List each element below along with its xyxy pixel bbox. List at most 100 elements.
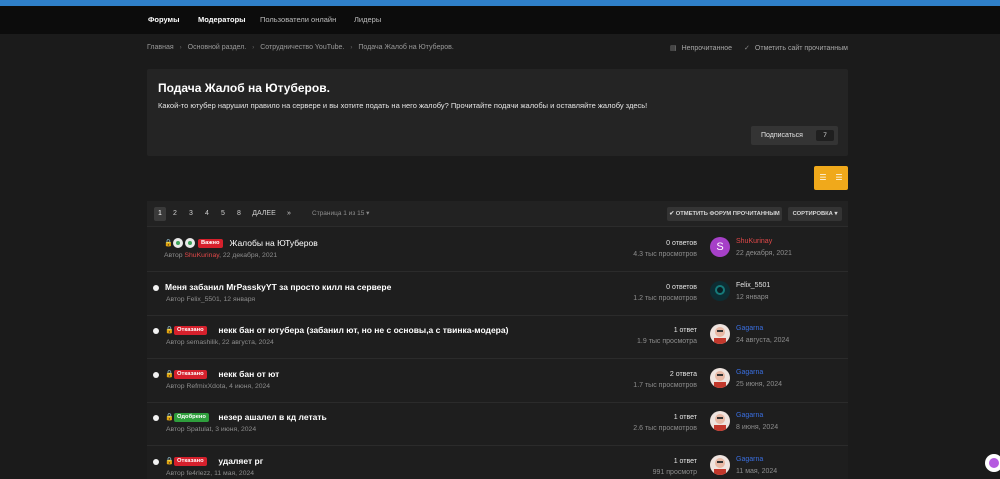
last-poster-link[interactable]: Gagarna [736,325,763,332]
breadcrumb-item-current: Подача Жалоб на Ютуберов. [358,44,454,51]
last-post-date: 24 августа, 2024 [736,337,790,344]
last-post-date: 25 июня, 2024 [736,380,783,388]
author-link[interactable]: fe4rlezz [186,470,210,477]
page-4[interactable]: 4 [202,207,212,221]
forum-description: Какой-то ютубер нарушил правило на серве… [158,101,648,110]
table-view-icon[interactable]: ☰ [835,174,843,182]
views-count: 2.6 тыс просмотров [633,425,697,432]
topic-date: , 22 августа, 2024 [218,339,274,346]
topic-tag-badge[interactable]: Отказано [174,326,207,335]
pinned-icon [173,238,183,248]
topic-stats: 2 ответа 1.7 тыс просмотров [577,371,697,389]
page-3[interactable]: 3 [186,207,196,221]
topic-row[interactable]: 🔒 Отказано удаляет рг Автор fe4rlezz, 11 ма… [147,446,848,479]
author-prefix: Автор [166,339,187,346]
topic-stats: 1 ответ 2.6 тыс просмотров [577,414,697,432]
lock-icon: 🔒 [165,327,174,334]
last-poster-link[interactable]: Gagarna [736,412,763,419]
breadcrumb-separator-icon: › [350,44,353,51]
topic-row[interactable]: Меня забанил MrPasskyYT за просто килл н… [147,272,848,316]
last-post-date: 12 января [736,293,769,301]
avatar[interactable]: S [710,237,730,257]
author-link[interactable]: semashilik [186,339,218,346]
mark-site-read-label: Отметить сайт прочитанным [754,45,848,52]
topic-row[interactable]: 🔒 Отказано некк бан от ют Автор RefmixXdota… [147,359,848,403]
page-info-dropdown[interactable]: Страница 1 из 15 ▾ [312,207,369,221]
topic-title-link[interactable]: Жалобы на ЮТуберов [230,238,318,248]
topic-list: 1 2 3 4 5 8 ДАЛЕЕ » Страница 1 из 15 ▾ ✔… [147,201,848,479]
page-1[interactable]: 1 [154,207,166,221]
answers-count: 0 ответов [666,283,697,291]
breadcrumb-item-home[interactable]: Главная [147,44,174,51]
last-poster-link[interactable]: Gagarna [736,456,763,463]
last-poster-link[interactable]: ShuKurinay [736,238,772,245]
sort-button[interactable]: СОРТИРОВКА ▾ [788,207,842,221]
nav-item-leaders[interactable]: Лидеры [354,6,381,34]
page-info-label: Страница 1 из 15 [312,210,365,217]
lock-icon: 🔒 [165,457,174,465]
list-view-icon[interactable]: ☰ [819,174,827,182]
page-2[interactable]: 2 [170,207,180,221]
last-post-date: 8 июня, 2024 [736,424,779,431]
avatar[interactable] [710,280,730,301]
topic-tag-badge[interactable]: Отказано [174,456,207,466]
lock-icon: 🔒 [165,414,174,421]
topic-title-link[interactable]: некк бан от ют [218,369,279,379]
topic-stats: 0 ответов 4.3 тыс просмотров [577,240,697,258]
topic-meta: Автор Felix_5501, 12 января [166,296,255,303]
unread-link[interactable]: ▤ Непрочитанное [670,44,732,52]
last-page-icon[interactable]: » [284,207,294,221]
breadcrumb-separator-icon: › [179,44,182,51]
topic-title-link[interactable]: Меня забанил MrPasskyYT за просто килл н… [165,282,391,292]
topic-tag-badge[interactable]: Важно [198,239,223,248]
answers-count: 1 ответ [673,414,697,421]
author-link[interactable]: Felix_5501 [186,296,219,303]
topic-tag-badge[interactable]: Отказано [174,369,207,379]
forum-title: Подача Жалоб на Ютуберов. [158,81,330,95]
views-count: 1.7 тыс просмотров [633,381,697,389]
topic-title-link[interactable]: некк бан от ютубера (забанил ют, но не с… [218,325,508,335]
topic-row[interactable]: 🔒 Важно Жалобы на ЮТуберов Автор ShuKurinay… [147,228,848,272]
breadcrumb-item-main-section[interactable]: Основной раздел. [188,44,247,51]
page-5[interactable]: 5 [218,207,228,221]
avatar[interactable] [710,324,730,344]
pagination-toolbar: 1 2 3 4 5 8 ДАЛЕЕ » Страница 1 из 15 ▾ ✔… [147,201,848,227]
unread-dot-icon [153,284,159,291]
page-8[interactable]: 8 [234,207,244,221]
topic-row[interactable]: 🔒 Одобрено незер ашалел в кд летать Автор S… [147,402,848,446]
topic-title-link[interactable]: удаляет рг [218,456,263,466]
view-toggle: ☰ ☰ [814,166,848,190]
nav-item-online-users[interactable]: Пользователи онлайн [260,6,336,34]
answers-count: 1 ответ [673,327,697,334]
subscribe-count: 7 [816,130,834,141]
avatar[interactable] [710,411,730,431]
answers-count: 0 ответов [666,240,697,247]
breadcrumb: Главная › Основной раздел. › Сотрудничес… [147,44,454,51]
avatar[interactable] [710,454,730,475]
author-link[interactable]: RefmixXdota [186,383,225,390]
breadcrumb-item-youtube[interactable]: Сотрудничество YouTube. [260,44,344,51]
topic-tag-badge[interactable]: Одобрено [174,413,209,422]
mark-forum-read-button[interactable]: ✔ ОТМЕТИТЬ ФОРУМ ПРОЧИТАННЫМ [667,207,782,221]
nav-item-moderators[interactable]: Модераторы [198,6,246,34]
unread-dot-icon [153,328,159,334]
last-poster-link[interactable]: Gagarna [736,369,763,376]
topic-row[interactable]: 🔒 Отказано некк бан от ютубера (забанил ют… [147,315,848,359]
chat-widget-icon[interactable] [985,454,1000,472]
avatar[interactable] [710,367,730,388]
quick-links: ▤ Непрочитанное ✓ Отметить сайт прочитанны… [670,44,848,52]
mark-site-read-link[interactable]: ✓ Отметить сайт прочитанным [744,44,848,52]
views-count: 1.9 тыс просмотра [637,338,697,345]
unread-dot-icon [153,458,159,465]
nav-item-forums[interactable]: Форумы [148,6,180,34]
topic-meta: Автор RefmixXdota, 4 июня, 2024 [166,383,270,390]
topic-title-link[interactable]: незер ашалел в кд летать [218,412,326,422]
topic-date: , 4 июня, 2024 [225,382,271,390]
author-link[interactable]: ShuKurinay [184,252,219,259]
topic-stats: 1 ответ 1.9 тыс просмотра [577,327,697,345]
next-page-link[interactable]: ДАЛЕЕ [251,207,277,221]
subscribe-button[interactable]: Подписаться 7 [751,126,838,145]
author-link[interactable]: Spatulat [186,426,211,433]
check-icon: ✓ [744,45,750,52]
last-poster-link[interactable]: Felix_5501 [736,282,770,289]
